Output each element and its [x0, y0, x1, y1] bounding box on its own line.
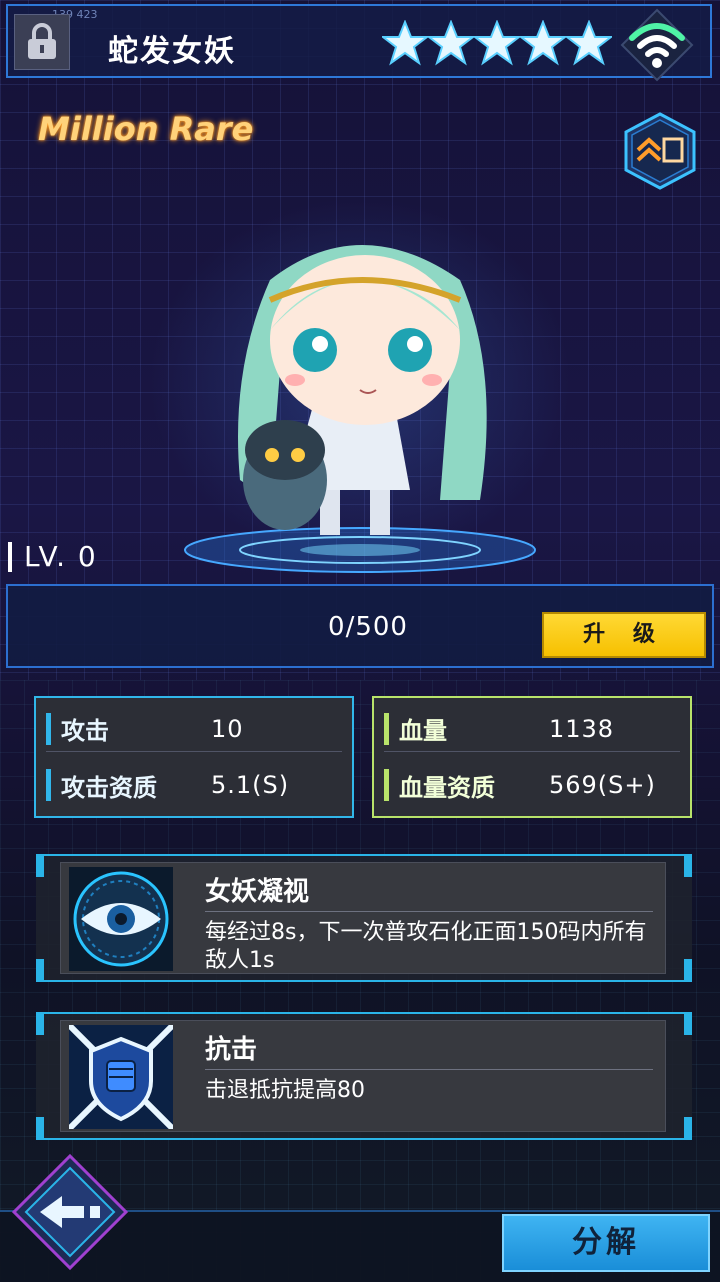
skill-description: 击退抵抗提高80: [205, 1078, 365, 1103]
decompose-button[interactable]: 分解: [502, 1214, 710, 1272]
stat-bar-marker: [46, 769, 51, 801]
skill-name: 抗击: [205, 1035, 258, 1065]
back-button[interactable]: [10, 1152, 130, 1272]
exp-progress-text: 0/500: [328, 612, 408, 642]
hp-value: 1138: [549, 714, 615, 743]
stat-bar-marker: [384, 712, 389, 745]
star-icon: [520, 20, 566, 66]
attack-label: 攻击: [61, 717, 109, 745]
attack-row: 攻击 10: [46, 706, 342, 752]
lock-icon: [28, 23, 56, 59]
lock-button[interactable]: [14, 14, 70, 70]
skill-card-2[interactable]: 抗击 击退抵抗提高80: [36, 1012, 692, 1140]
star-icon: [566, 20, 612, 66]
rarity-label: Million Rare: [38, 110, 254, 148]
upgrade-button[interactable]: 升 级: [542, 612, 706, 658]
star-icon: [474, 20, 520, 66]
attack-quality-value: 5.1(S): [211, 771, 290, 799]
skill-divider: [205, 1069, 653, 1070]
wifi-icon: [620, 8, 694, 82]
star-icon: [382, 20, 428, 66]
skill-description: 每经过8s，下一次普攻石化正面150码内所有敌人1s: [205, 920, 647, 973]
ascend-icon[interactable]: [624, 112, 696, 190]
attack-quality-label: 攻击资质: [61, 773, 157, 802]
skill-card-1[interactable]: 女妖凝视 每经过8s，下一次普攻石化正面150码内所有敌人1s: [36, 854, 692, 982]
skill-divider: [205, 911, 653, 912]
skill-card-inner: 抗击 击退抵抗提高80: [60, 1020, 666, 1132]
hp-quality-value: 569(S+): [549, 771, 656, 799]
level-label: LV. 0: [8, 542, 98, 572]
eye-icon: [69, 867, 173, 971]
attack-quality-row: 攻击资质 5.1(S): [46, 762, 342, 808]
star-icon: [428, 20, 474, 66]
hero-name: 蛇发女妖: [108, 34, 236, 69]
stat-bar-marker: [46, 712, 51, 745]
skill-card-inner: 女妖凝视 每经过8s，下一次普攻石化正面150码内所有敌人1s: [60, 862, 666, 974]
hp-stats-panel: 血量 1138 血量资质 569(S+): [372, 696, 692, 818]
hp-quality-label: 血量资质: [399, 773, 495, 802]
attack-value: 10: [211, 714, 244, 743]
fist-shield-icon: [69, 1025, 173, 1129]
hero-character-image: [238, 245, 487, 535]
star-rating: [382, 20, 612, 66]
hp-quality-row: 血量资质 569(S+): [384, 762, 680, 808]
stat-bar-marker: [384, 769, 389, 801]
hp-label: 血量: [399, 717, 447, 745]
hp-row: 血量 1138: [384, 706, 680, 752]
skill-name: 女妖凝视: [205, 877, 310, 907]
attack-stats-panel: 攻击 10 攻击资质 5.1(S): [34, 696, 354, 818]
